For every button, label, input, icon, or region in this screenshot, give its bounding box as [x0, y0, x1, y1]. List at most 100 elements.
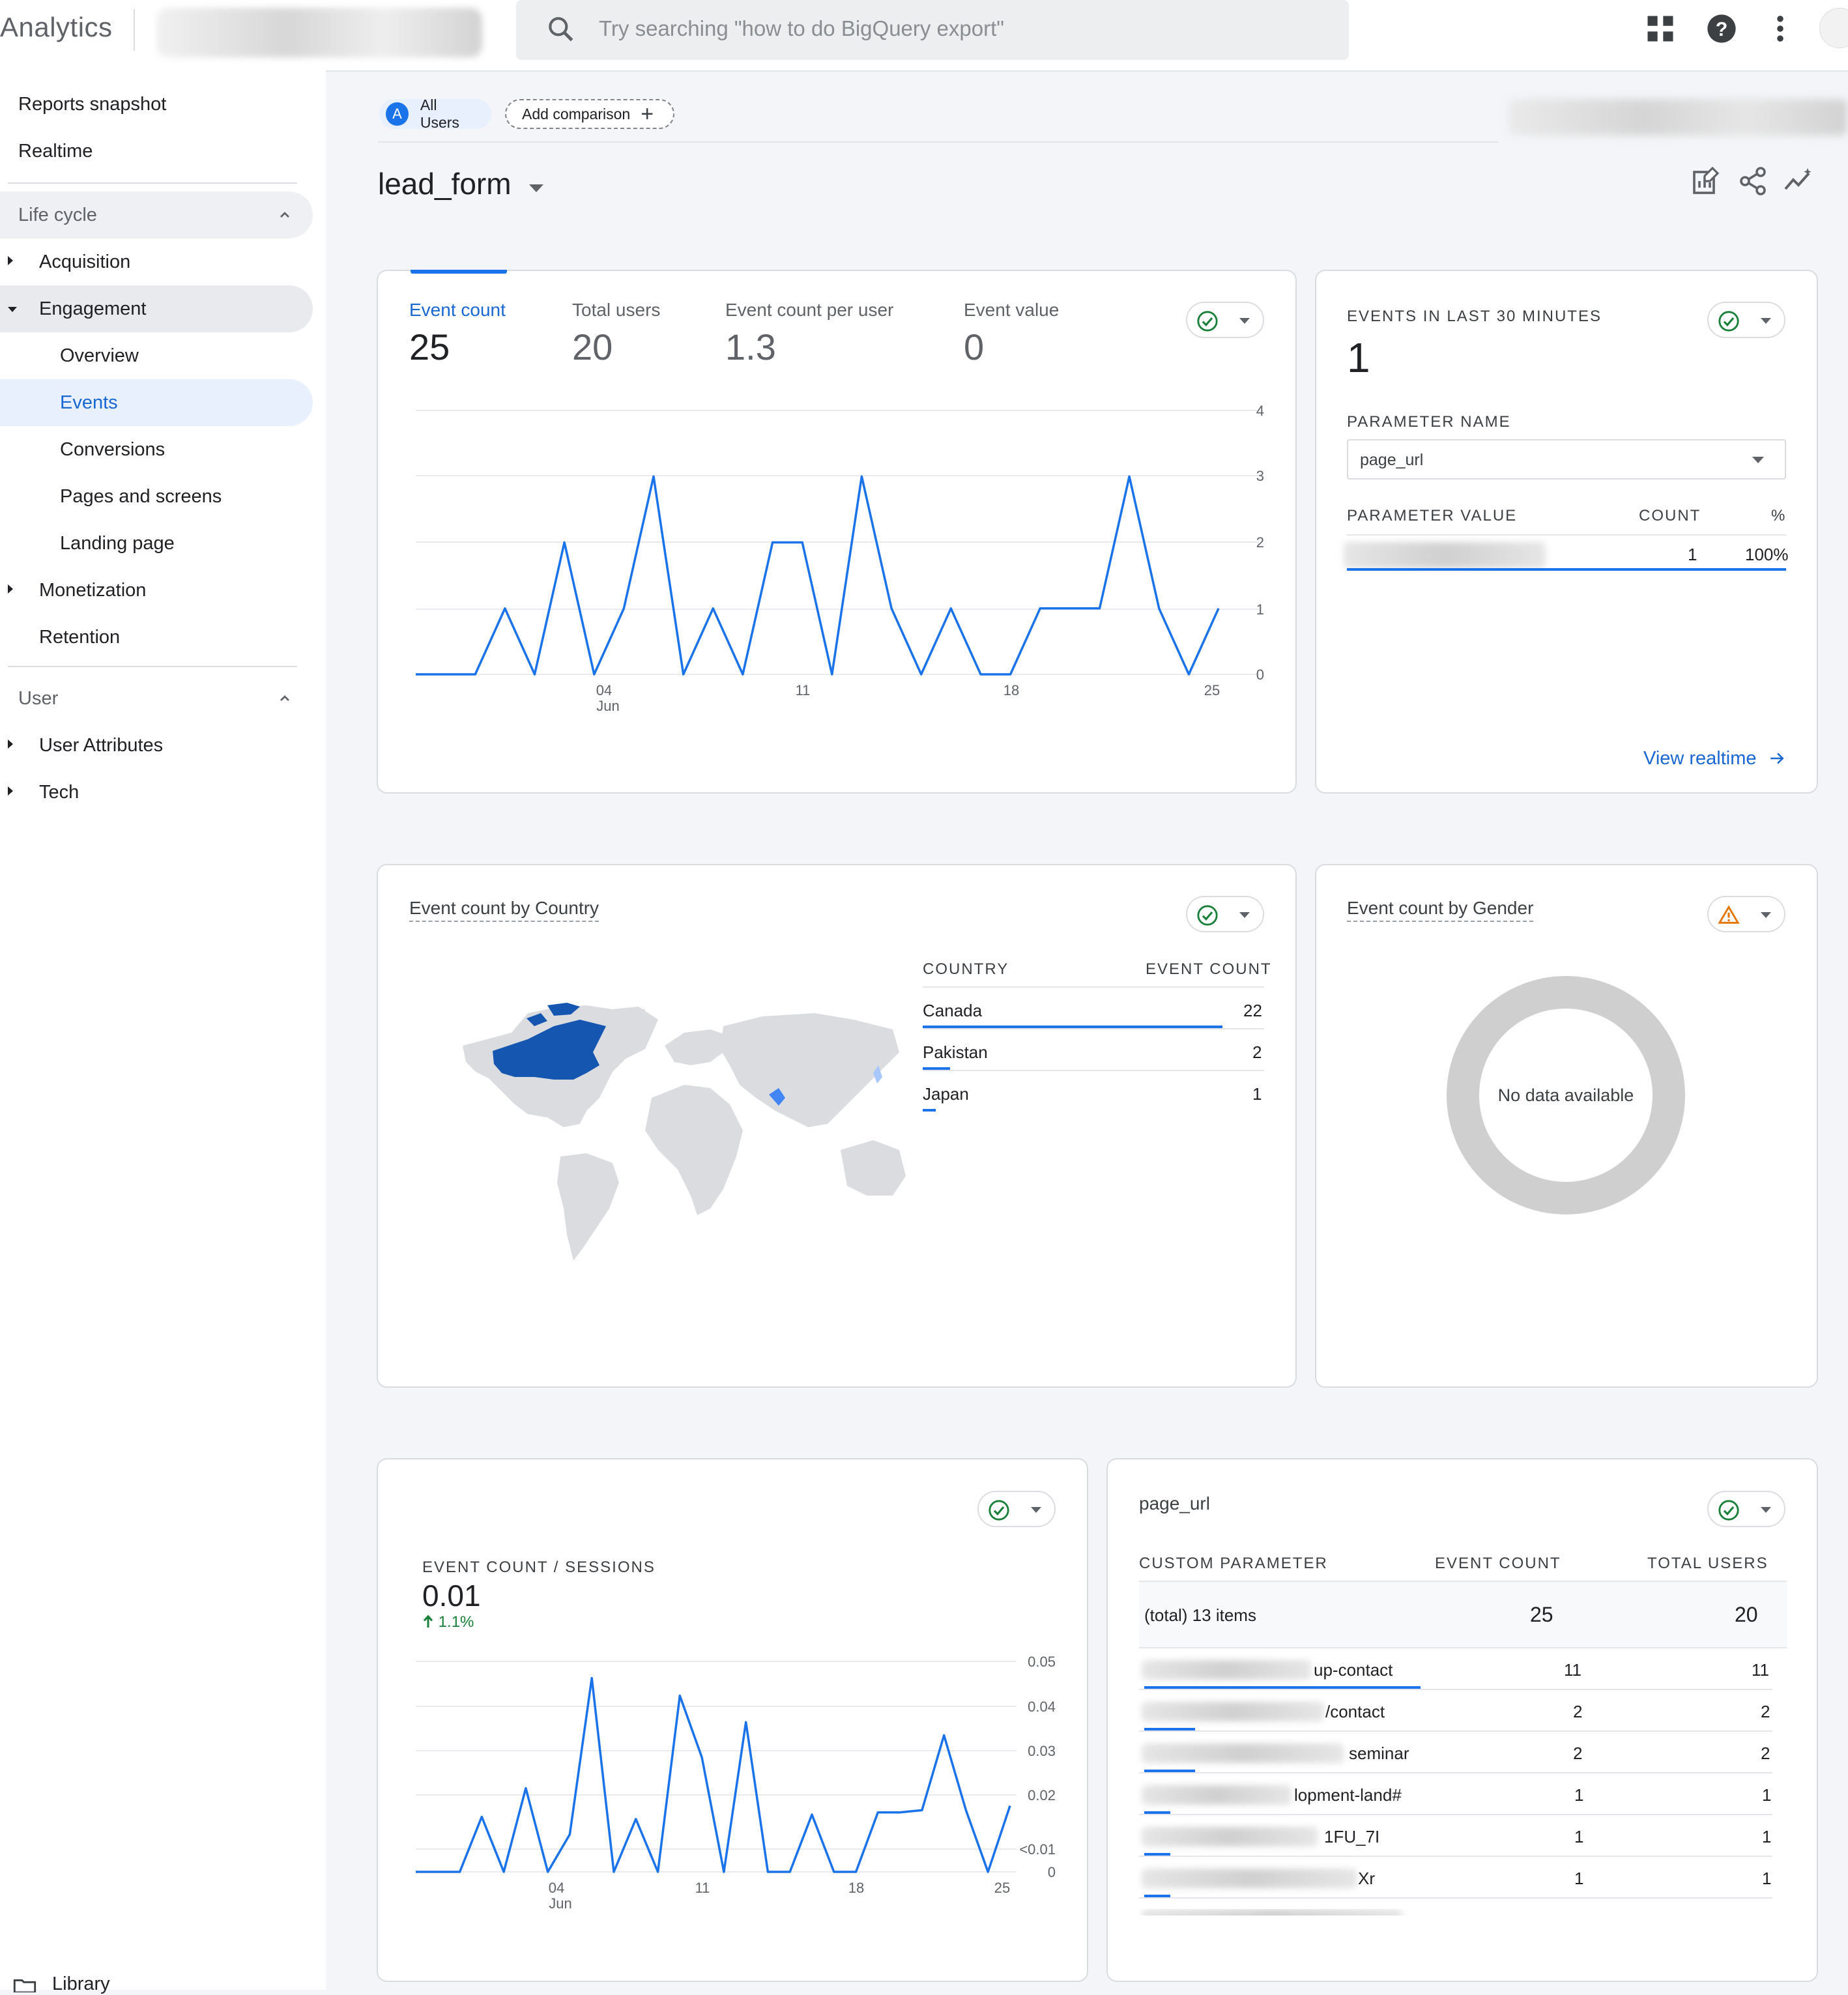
nav-section-user[interactable]: User — [18, 675, 58, 722]
metric-value-event-count-per-user: 1.3 — [725, 326, 776, 367]
data-quality-button[interactable] — [977, 1491, 1056, 1527]
expand-arrow-icon[interactable] — [8, 584, 13, 594]
expand-arrow-icon[interactable] — [8, 739, 13, 749]
data-quality-button[interactable] — [1186, 302, 1264, 338]
header-divider — [378, 141, 1499, 143]
apps-grid-icon[interactable] — [1643, 12, 1677, 46]
data-quality-button[interactable] — [1707, 302, 1785, 338]
search-icon — [549, 17, 573, 42]
realtime-row-count: 1 — [1688, 545, 1697, 564]
nav-retention[interactable]: Retention — [39, 614, 120, 661]
nav-tech[interactable]: Tech — [39, 769, 79, 816]
add-comparison-button[interactable]: Add comparison + — [505, 99, 674, 129]
nav-library[interactable]: Library — [52, 1969, 110, 1995]
expand-arrow-icon[interactable] — [8, 256, 13, 265]
parameter-value-redacted — [1344, 542, 1546, 568]
nav-monetization[interactable]: Monetization — [39, 567, 146, 614]
nav-overview[interactable]: Overview — [60, 332, 139, 379]
account-avatar[interactable] — [1819, 8, 1848, 48]
metric-label-event-value[interactable]: Event value — [964, 300, 1059, 321]
totals-divider — [1139, 1647, 1787, 1648]
property-selector[interactable] — [156, 8, 482, 57]
australia-shape — [841, 1140, 906, 1196]
insights-icon[interactable] — [1783, 165, 1814, 197]
nav-realtime[interactable]: Realtime — [18, 128, 93, 175]
chevron-up-icon[interactable] — [279, 209, 291, 221]
country-row-name[interactable]: Pakistan — [923, 1042, 988, 1063]
share-icon[interactable] — [1737, 165, 1769, 197]
search-bar[interactable]: Try searching "how to do BigQuery export… — [516, 0, 1349, 60]
url-row-users: 11 — [1752, 1660, 1769, 1680]
country-row-bar — [923, 1109, 936, 1112]
nav-landing-page[interactable]: Landing page — [60, 520, 175, 567]
url-row-suffix[interactable]: lopment-land# — [1294, 1785, 1402, 1805]
metric-label-total-users[interactable]: Total users — [572, 300, 660, 321]
col-event-count: EVENT COUNT — [1435, 1555, 1561, 1572]
url-row-users: 1 — [1762, 1869, 1772, 1888]
country-row-count: 1 — [1252, 1084, 1262, 1104]
no-data-text: No data available — [1497, 1085, 1634, 1105]
url-redacted — [1142, 1827, 1318, 1846]
y-tick-label: 0.03 — [1028, 1743, 1056, 1759]
divider — [134, 9, 135, 51]
segment-chip-all-users[interactable]: A All Users — [379, 96, 491, 131]
url-row-events: 1 — [1574, 1785, 1584, 1805]
series-line — [416, 1676, 1011, 1873]
url-row-users: 2 — [1761, 1702, 1770, 1721]
nav-section-lifecycle[interactable]: Life cycle — [18, 192, 97, 238]
col-custom-parameter: CUSTOM PARAMETER — [1139, 1555, 1328, 1572]
url-row-suffix[interactable]: 1FU_7I — [1324, 1827, 1379, 1847]
warning-icon — [1718, 905, 1740, 924]
dropdown-arrow-icon — [1761, 912, 1771, 918]
data-quality-button[interactable] — [1707, 1491, 1785, 1527]
expand-arrow-icon[interactable] — [8, 786, 13, 796]
more-vert-icon[interactable] — [1763, 12, 1797, 46]
collapse-arrow-icon[interactable] — [8, 307, 17, 312]
row-divider — [1139, 1814, 1772, 1815]
url-row-suffix[interactable]: /contact — [1325, 1702, 1385, 1722]
nav-pages-and-screens[interactable]: Pages and screens — [60, 473, 222, 520]
world-map — [463, 1003, 906, 1261]
nav-user-attributes[interactable]: User Attributes — [39, 722, 163, 769]
url-row-suffix[interactable]: seminar — [1349, 1744, 1409, 1764]
nav-engagement[interactable]: Engagement — [39, 285, 146, 332]
url-row-suffix[interactable]: up-contact — [1314, 1660, 1393, 1680]
col-parameter-value: PARAMETER VALUE — [1347, 507, 1518, 524]
data-quality-button[interactable] — [1186, 896, 1264, 932]
view-realtime-link[interactable]: View realtime — [1643, 748, 1785, 769]
arrow-right-icon — [1770, 753, 1784, 764]
metric-value-total-users: 20 — [572, 326, 613, 367]
nav-reports-snapshot[interactable]: Reports snapshot — [18, 81, 166, 128]
segment-badge: A — [386, 102, 409, 126]
parameter-select[interactable]: page_url — [1347, 439, 1786, 480]
check-circle-icon — [1718, 311, 1739, 332]
col-event-count: EVENT COUNT — [1146, 960, 1272, 978]
y-tick-label: <0.01 — [1019, 1841, 1056, 1858]
url-row-users: 2 — [1761, 1744, 1770, 1763]
x-tick-label: 25 — [1204, 682, 1220, 698]
row-divider — [1139, 1856, 1772, 1857]
canada-shape[interactable] — [493, 1020, 606, 1080]
title-dropdown-icon[interactable] — [529, 184, 543, 192]
x-tick-label: 18 — [848, 1880, 864, 1896]
metric-label-event-count[interactable]: Event count — [409, 300, 506, 321]
data-quality-button[interactable] — [1707, 896, 1785, 932]
country-row-name[interactable]: Canada — [923, 1001, 982, 1021]
nav-acquisition[interactable]: Acquisition — [39, 238, 130, 285]
africa-shape — [645, 1085, 743, 1215]
realtime-row-bar — [1347, 568, 1786, 571]
nav-events[interactable]: Events — [60, 379, 118, 426]
y-tick-label: 1 — [1256, 601, 1264, 618]
metric-label-event-count-per-user[interactable]: Event count per user — [725, 300, 893, 321]
check-circle-icon — [1718, 1500, 1739, 1521]
nav-conversions[interactable]: Conversions — [60, 426, 165, 473]
x-tick-label: Jun — [549, 1895, 571, 1912]
asia-shape — [720, 1013, 899, 1127]
date-range-picker[interactable] — [1509, 99, 1847, 136]
chevron-up-icon[interactable] — [279, 693, 291, 704]
help-icon[interactable]: ? — [1705, 12, 1739, 46]
url-row-suffix[interactable]: Xr — [1358, 1869, 1375, 1889]
country-row-name[interactable]: Japan — [923, 1084, 969, 1104]
customize-report-icon[interactable] — [1690, 165, 1722, 197]
col-total-users: TOTAL USERS — [1647, 1555, 1769, 1572]
